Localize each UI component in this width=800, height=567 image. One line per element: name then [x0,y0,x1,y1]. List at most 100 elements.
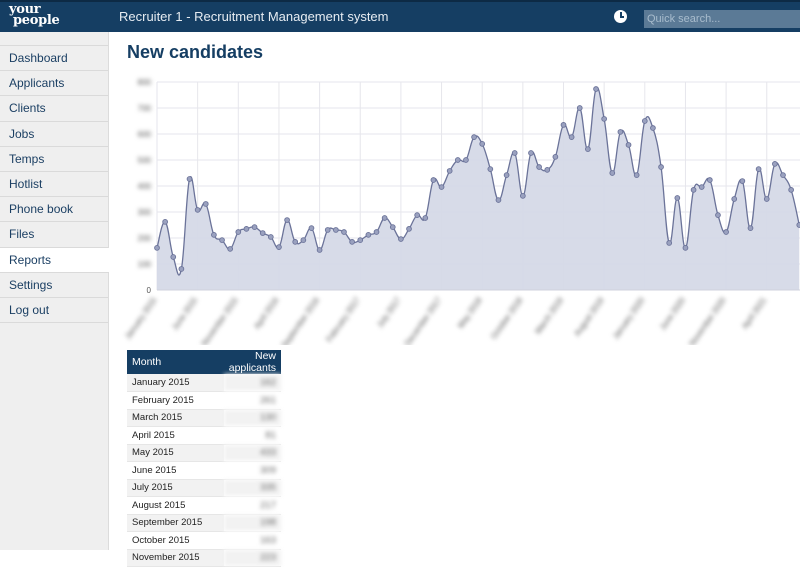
sidebar-item-reports[interactable]: Reports [0,247,109,273]
data-point [641,118,648,124]
sidebar-item-files[interactable]: Files [0,222,108,248]
data-point [349,239,355,245]
y-tick-label: 100 [138,260,152,269]
data-point [609,170,616,176]
y-tick-label: 400 [138,182,152,191]
data-point [365,232,372,238]
app-title: Recruiter 1 - Recruitment Management sys… [119,9,389,24]
quick-search-input[interactable] [644,10,800,28]
data-point [162,219,168,225]
data-point [251,224,258,230]
data-point [341,229,347,235]
data-point [666,240,673,246]
data-point [463,157,469,163]
data-point [585,146,591,152]
chart-svg: 0 100 200 300 400 500 600 700 800 January 2015 Jun… [123,78,800,345]
sidebar: Dashboard Applicants Clients Jobs Temps … [0,32,109,550]
cell-month: June 2015 [127,461,224,480]
data-point [495,197,502,203]
data-point [576,105,583,111]
sidebar-item-settings[interactable]: Settings [0,273,108,298]
x-tick-label: April 2021 [740,296,768,331]
x-tick-label: May 2018 [456,296,484,330]
data-point [219,237,225,243]
cell-month: July 2015 [127,479,224,497]
data-point [414,212,421,218]
data-point [593,86,599,92]
cell-month: August 2015 [127,496,224,515]
x-tick-label: November 2015 [200,296,240,345]
data-point [373,229,380,235]
data-point [780,172,786,178]
data-point [625,142,632,148]
cell-month: May 2015 [127,444,224,462]
sidebar-item-applicants[interactable]: Applicants [0,71,108,97]
data-point [316,247,323,253]
y-tick-label: 600 [138,130,152,139]
data-point [479,141,486,147]
x-tick-label: March 2019 [534,296,566,336]
x-tick-label: December 2017 [403,296,443,345]
table-row: August 2015 217 [127,496,281,515]
x-tick-label: January 2015 [123,296,158,341]
x-tick-label: April 2016 [253,296,281,331]
y-tick-label: 0 [147,286,152,295]
data-point [520,193,526,199]
data-point [511,150,518,156]
table-row: September 2015 198 [127,514,281,532]
data-point [706,177,713,183]
table-row: February 2015 261 [127,391,281,410]
data-point [601,116,608,122]
data-point [406,226,412,232]
data-point [772,161,778,167]
sidebar-item-clients[interactable]: Clients [0,96,108,122]
table-row: March 2015 130 [127,409,281,427]
sidebar-item-dashboard[interactable]: Dashboard [0,46,108,72]
data-point [617,129,624,135]
page-title: New candidates [127,42,264,62]
data-point [503,172,510,178]
cell-month: September 2015 [127,514,224,532]
data-point [292,239,299,245]
data-point [471,134,477,140]
sidebar-item-hotlist[interactable]: Hotlist [0,172,108,198]
data-point [381,215,388,221]
sidebar-item-phone-book[interactable]: Phone book [0,197,108,223]
cell-month: March 2015 [127,409,224,427]
data-point [747,225,754,231]
x-tick-label: June 2020 [658,296,687,332]
y-tick-label: 700 [138,104,152,113]
x-tick-label: September 2016 [280,296,322,345]
data-point [682,245,689,251]
data-point [398,236,404,242]
cell-new-applicants: 261 [223,391,281,410]
data-point [211,232,217,238]
sidebar-item-log-out[interactable]: Log out [0,298,108,324]
data-point [259,230,266,236]
logo[interactable]: your people [9,3,60,28]
data-point [731,196,738,202]
logo-line-2: people [13,13,60,28]
sidebar-spacer [0,32,108,46]
x-tick-label: August 2019 [573,296,606,338]
data-point [755,166,762,172]
data-point [202,201,209,207]
table-row: January 2015 162 [127,374,281,392]
column-header-month[interactable]: Month [127,350,224,374]
table-row: November 2015 223 [127,549,281,567]
table-row: October 2015 163 [127,531,281,550]
table-header-row: Month New applicants [127,350,281,374]
data-point [788,187,794,193]
cell-month: November 2015 [127,549,224,567]
column-header-new-applicants[interactable]: New applicants [223,350,281,374]
data-point [528,150,534,156]
data-point [763,196,770,202]
clock-icon[interactable] [614,10,627,23]
x-tick-label: June 2015 [170,296,199,332]
cell-month: October 2015 [127,531,224,550]
data-point [422,215,429,221]
data-point [284,217,290,223]
data-point [154,245,160,251]
sidebar-item-jobs[interactable]: Jobs [0,122,108,147]
sidebar-item-temps[interactable]: Temps [0,147,108,172]
